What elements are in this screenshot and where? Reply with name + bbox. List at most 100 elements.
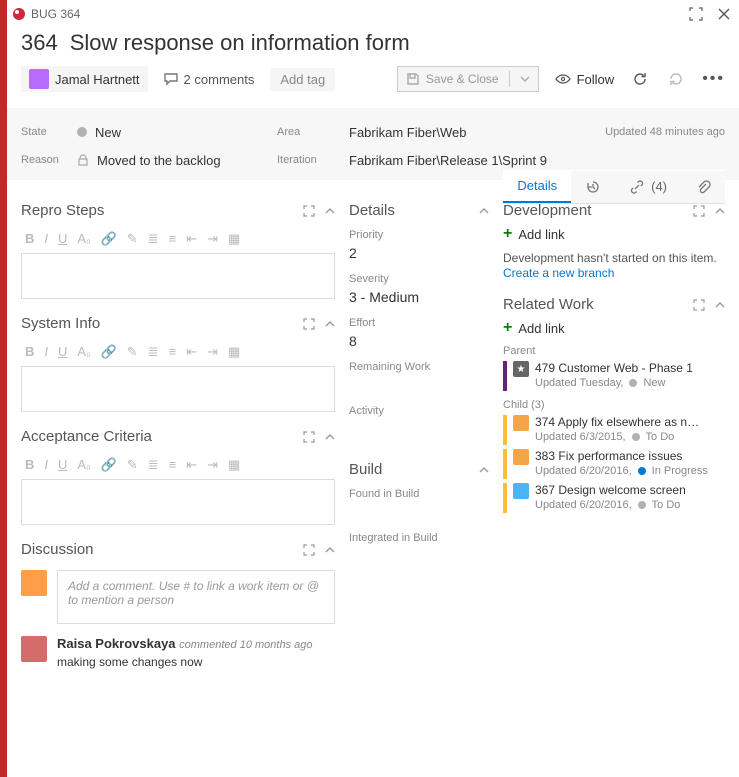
font-color-icon[interactable]: A₀: [77, 231, 90, 247]
dev-status-text: Development hasn't started on this item.: [503, 251, 725, 265]
rel-add-link-button[interactable]: + Add link: [503, 319, 725, 337]
related-item[interactable]: 367 Design welcome screen Updated 6/20/2…: [503, 483, 725, 513]
indent-icon[interactable]: ⇥: [207, 457, 218, 473]
rich-text-toolbar[interactable]: B I U A₀ 🔗 ✎ ≣ ≡ ⇤ ⇥ ▦: [21, 225, 335, 253]
work-item-id: 364: [21, 30, 58, 56]
font-color-icon[interactable]: A₀: [77, 344, 90, 360]
severity-value[interactable]: 3 - Medium: [349, 289, 489, 307]
save-close-label: Save & Close: [426, 72, 499, 86]
tab-history[interactable]: [571, 171, 615, 203]
undo-icon[interactable]: [666, 69, 686, 89]
activity-value[interactable]: [349, 421, 489, 439]
chevron-up-icon[interactable]: [325, 544, 335, 556]
bold-icon[interactable]: B: [25, 231, 34, 247]
chevron-up-icon[interactable]: [715, 299, 725, 311]
iteration-value[interactable]: Fabrikam Fiber\Release 1\Sprint 9: [349, 153, 725, 168]
plus-icon: +: [503, 225, 512, 243]
clear-format-icon[interactable]: ✎: [127, 344, 138, 360]
remaining-value[interactable]: [349, 377, 489, 395]
numbers-icon[interactable]: ≡: [169, 344, 177, 360]
image-insert-icon[interactable]: ▦: [228, 457, 240, 473]
work-item-title[interactable]: Slow response on information form: [70, 30, 410, 56]
chevron-up-icon[interactable]: [325, 205, 335, 217]
follow-button[interactable]: Follow: [555, 72, 615, 87]
bullets-icon[interactable]: ≣: [148, 457, 159, 473]
comments-button[interactable]: 2 comments: [164, 72, 255, 87]
related-item[interactable]: ★ 479 Customer Web - Phase 1 Updated Tue…: [503, 361, 725, 391]
section-development: Development: [503, 202, 693, 219]
link-tool-icon[interactable]: 🔗: [101, 344, 117, 360]
section-discussion: Discussion: [21, 541, 303, 558]
integrated-build-value[interactable]: [349, 548, 489, 566]
expand-icon[interactable]: [303, 205, 315, 217]
image-insert-icon[interactable]: ▦: [228, 344, 240, 360]
fullscreen-icon[interactable]: [689, 7, 703, 21]
underline-icon[interactable]: U: [58, 344, 67, 360]
bold-icon[interactable]: B: [25, 344, 34, 360]
priority-value[interactable]: 2: [349, 245, 489, 263]
expand-icon[interactable]: [303, 318, 315, 330]
child-group-label: Child (3): [503, 399, 725, 411]
repro-steps-input[interactable]: [21, 253, 335, 299]
found-build-value[interactable]: [349, 504, 489, 522]
discussion-input[interactable]: Add a comment. Use # to link a work item…: [57, 570, 335, 624]
tab-links[interactable]: (4): [615, 171, 681, 203]
save-icon: [406, 72, 420, 86]
dev-add-link-button[interactable]: + Add link: [503, 225, 725, 243]
rich-text-toolbar[interactable]: B I U A₀ 🔗 ✎ ≣ ≡ ⇤ ⇥ ▦: [21, 338, 335, 366]
avatar: [21, 570, 47, 596]
refresh-icon[interactable]: [630, 69, 650, 89]
effort-value[interactable]: 8: [349, 333, 489, 351]
expand-icon[interactable]: [303, 544, 315, 556]
bullets-icon[interactable]: ≣: [148, 231, 159, 247]
more-actions-button[interactable]: •••: [702, 70, 725, 88]
chevron-up-icon[interactable]: [479, 206, 489, 216]
chevron-up-icon[interactable]: [325, 318, 335, 330]
assignee-button[interactable]: Jamal Hartnett: [21, 66, 148, 92]
chevron-up-icon[interactable]: [479, 465, 489, 475]
italic-icon[interactable]: I: [44, 457, 48, 473]
state-value[interactable]: New: [95, 125, 121, 140]
bold-icon[interactable]: B: [25, 457, 34, 473]
font-color-icon[interactable]: A₀: [77, 457, 90, 473]
chevron-down-icon[interactable]: [520, 74, 530, 84]
expand-icon[interactable]: [303, 431, 315, 443]
underline-icon[interactable]: U: [58, 457, 67, 473]
area-value[interactable]: Fabrikam Fiber\Web: [349, 125, 605, 140]
create-branch-link[interactable]: Create a new branch: [503, 266, 614, 280]
underline-icon[interactable]: U: [58, 231, 67, 247]
related-id: 479: [535, 361, 555, 375]
reason-value[interactable]: Moved to the backlog: [97, 153, 221, 168]
italic-icon[interactable]: I: [44, 231, 48, 247]
rich-text-toolbar[interactable]: B I U A₀ 🔗 ✎ ≣ ≡ ⇤ ⇥ ▦: [21, 451, 335, 479]
tab-attachments[interactable]: [681, 171, 725, 203]
acceptance-input[interactable]: [21, 479, 335, 525]
related-item[interactable]: 383 Fix performance issues Updated 6/20/…: [503, 449, 725, 479]
task-color-bar: [503, 415, 507, 445]
italic-icon[interactable]: I: [44, 344, 48, 360]
outdent-icon[interactable]: ⇤: [186, 231, 197, 247]
save-close-button[interactable]: Save & Close: [397, 66, 539, 92]
numbers-icon[interactable]: ≡: [169, 231, 177, 247]
close-icon[interactable]: [717, 7, 731, 21]
link-tool-icon[interactable]: 🔗: [101, 231, 117, 247]
expand-icon[interactable]: [693, 299, 705, 311]
clear-format-icon[interactable]: ✎: [127, 457, 138, 473]
indent-icon[interactable]: ⇥: [207, 231, 218, 247]
clear-format-icon[interactable]: ✎: [127, 231, 138, 247]
bullets-icon[interactable]: ≣: [148, 344, 159, 360]
system-info-input[interactable]: [21, 366, 335, 412]
indent-icon[interactable]: ⇥: [207, 344, 218, 360]
activity-label: Activity: [349, 405, 489, 417]
link-tool-icon[interactable]: 🔗: [101, 457, 117, 473]
chevron-up-icon[interactable]: [325, 431, 335, 443]
add-tag-button[interactable]: Add tag: [270, 68, 335, 91]
related-item[interactable]: 374 Apply fix elsewhere as n… Updated 6/…: [503, 415, 725, 445]
outdent-icon[interactable]: ⇤: [186, 344, 197, 360]
outdent-icon[interactable]: ⇤: [186, 457, 197, 473]
expand-icon[interactable]: [693, 205, 705, 217]
tab-details[interactable]: Details: [503, 170, 571, 203]
numbers-icon[interactable]: ≡: [169, 457, 177, 473]
chevron-up-icon[interactable]: [715, 205, 725, 217]
image-insert-icon[interactable]: ▦: [228, 231, 240, 247]
